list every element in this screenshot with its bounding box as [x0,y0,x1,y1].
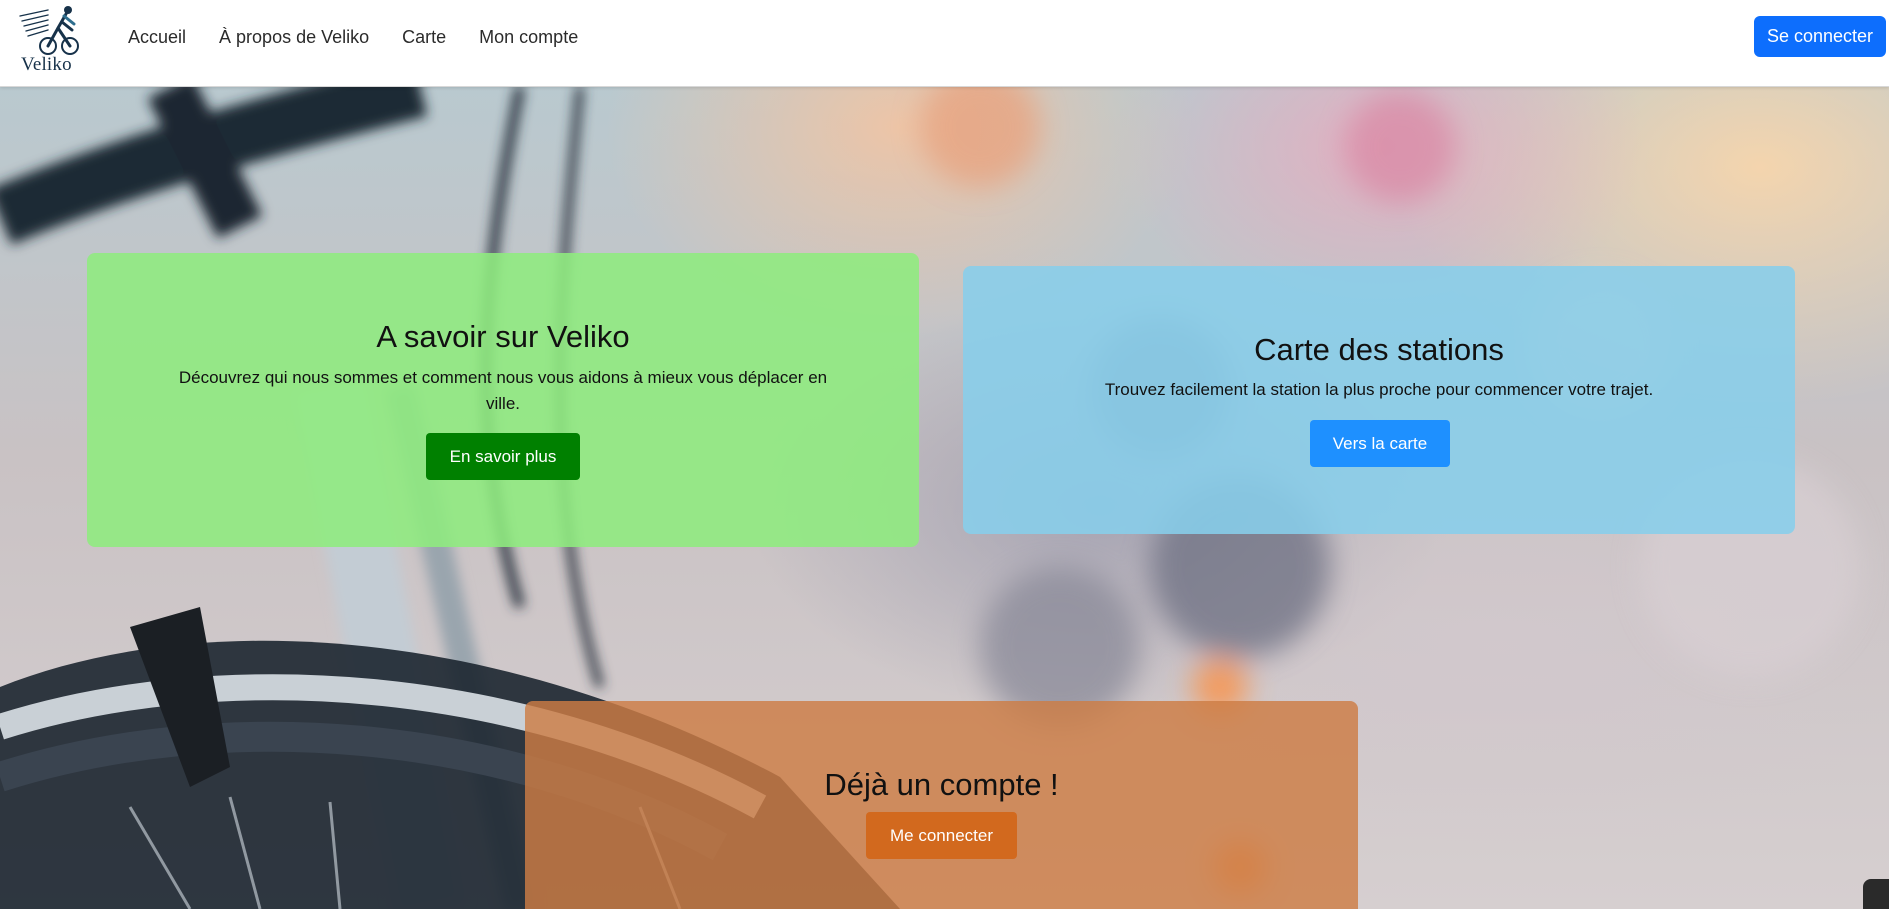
go-to-map-button[interactable]: Vers la carte [1310,420,1450,467]
map-card-title: Carte des stations [1254,332,1504,367]
nav-link-carte[interactable]: Carte [402,27,446,48]
account-card: Déjà un compte ! Me connecter [525,701,1358,909]
sign-in-button[interactable]: Me connecter [866,812,1017,859]
brand-logo[interactable]: Veliko [14,0,80,80]
corner-widget-icon[interactable] [1863,879,1889,909]
main-nav: Accueil À propos de Veliko Carte Mon com… [128,27,611,48]
about-card-text: Découvrez qui nous sommes et comment nou… [178,368,828,413]
navbar: Veliko Accueil À propos de Veliko Carte … [0,0,1889,87]
map-card-text: Trouvez facilement la station la plus pr… [1104,380,1654,399]
learn-more-button[interactable]: En savoir plus [426,433,580,480]
hero-background: A savoir sur Veliko Découvrez qui nous s… [0,87,1889,909]
about-card: A savoir sur Veliko Découvrez qui nous s… [87,253,919,547]
brand-name: Veliko [21,54,72,75]
nav-link-mon-compte[interactable]: Mon compte [479,27,578,48]
about-card-title: A savoir sur Veliko [376,319,630,354]
account-card-title: Déjà un compte ! [824,767,1059,802]
nav-link-a-propos[interactable]: À propos de Veliko [219,27,369,48]
map-card: Carte des stations Trouvez facilement la… [963,266,1795,534]
nav-link-accueil[interactable]: Accueil [128,27,186,48]
cyclist-logo-icon [19,6,79,55]
login-button[interactable]: Se connecter [1754,16,1886,57]
